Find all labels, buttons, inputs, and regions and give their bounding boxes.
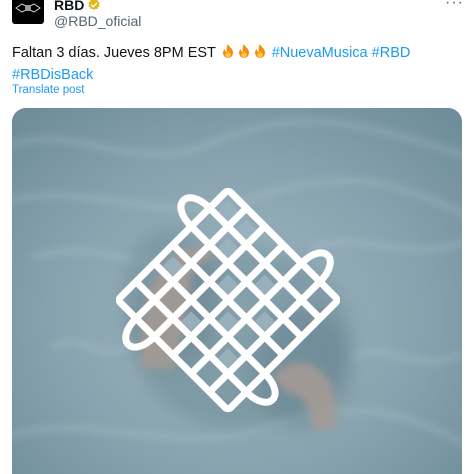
- more-options-icon[interactable]: ···: [445, 0, 464, 12]
- fire-emoji: [222, 44, 233, 58]
- post-image[interactable]: [12, 108, 462, 474]
- author-handle[interactable]: @RBD_oficial: [54, 12, 141, 30]
- post-image-art: [12, 108, 462, 474]
- translate-post-link[interactable]: Translate post: [12, 84, 84, 96]
- fire-emoji: [254, 44, 265, 58]
- verified-badge-icon: [88, 0, 101, 10]
- hashtag-link[interactable]: #RBD: [372, 45, 411, 61]
- fire-emoji: [238, 44, 249, 58]
- post-text: Faltan 3 días. Jueves 8PM EST #NuevaMusi…: [12, 42, 452, 86]
- hashtag-link[interactable]: #RBDisBack: [12, 67, 93, 83]
- post-text-body: Faltan 3 días. Jueves 8PM EST: [12, 45, 216, 61]
- avatar[interactable]: [12, 0, 44, 24]
- hashtag-link[interactable]: #NuevaMusica: [272, 45, 368, 61]
- rbd-logo-icon: [15, 3, 41, 13]
